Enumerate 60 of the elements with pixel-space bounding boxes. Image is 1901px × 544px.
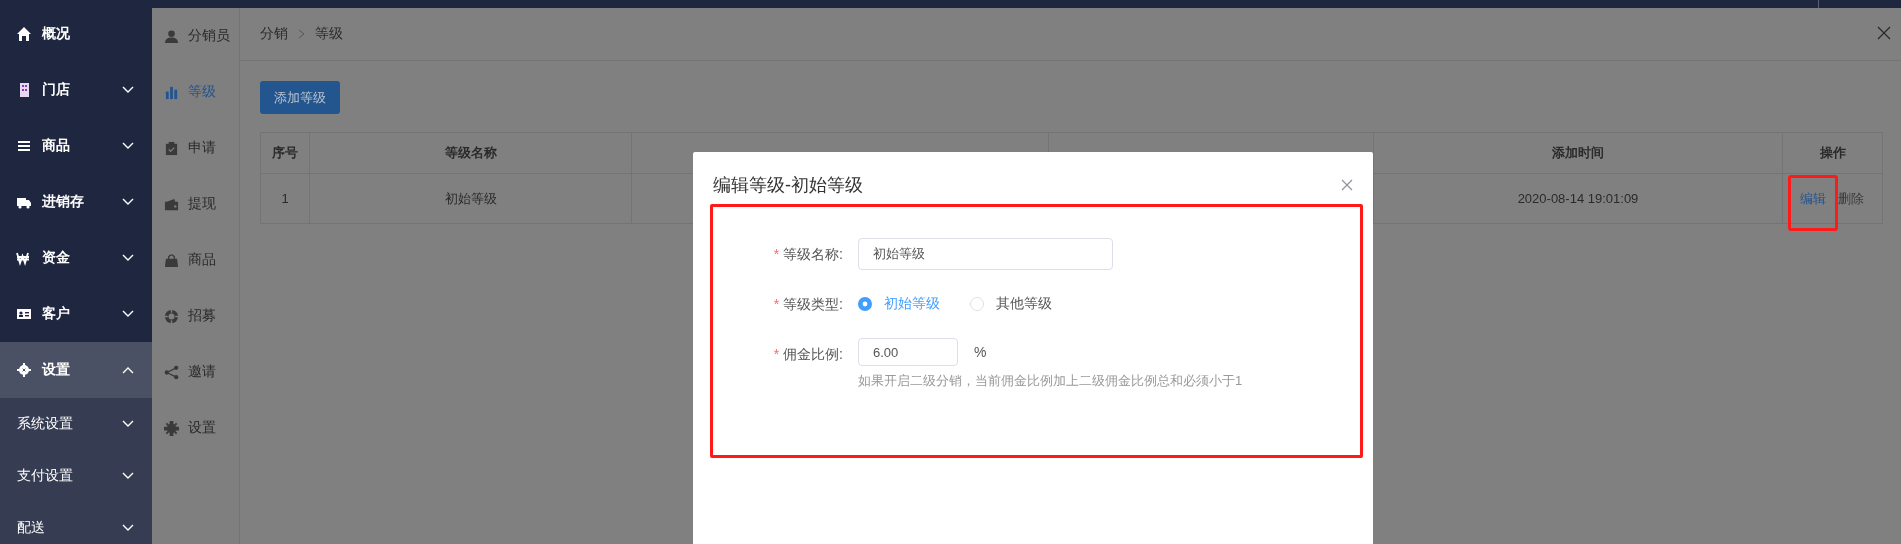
chevron-right-icon xyxy=(298,29,305,39)
radio-option[interactable]: 其他等级 xyxy=(970,295,1052,313)
sidebar-item[interactable]: 门店 xyxy=(0,62,152,118)
home-icon xyxy=(16,26,32,42)
sidebar-item[interactable]: 设置 xyxy=(0,342,152,398)
sidebar-subitem[interactable]: 配送 xyxy=(0,502,152,544)
input-field[interactable]: 6.00 xyxy=(858,338,958,366)
radio-button[interactable] xyxy=(970,297,984,311)
person-icon xyxy=(164,28,179,44)
subnav-item[interactable]: 商品 xyxy=(152,232,239,288)
hint-text: 如果开启二级分销，当前佣金比例加上二级佣金比例总和必须小于1 xyxy=(858,372,1243,390)
radio-option[interactable]: 初始等级 xyxy=(858,295,940,313)
breadcrumb-item[interactable]: 等级 xyxy=(315,25,343,43)
subnav-item[interactable]: 申请 xyxy=(152,120,239,176)
subnav-item[interactable]: 招募 xyxy=(152,288,239,344)
sidebar-item[interactable]: 客户 xyxy=(0,286,152,342)
ring-icon xyxy=(164,308,179,324)
unit-label: % xyxy=(974,343,987,362)
table-cell: 2020-08-14 19:01:09 xyxy=(1373,173,1783,224)
column-header: 序号 xyxy=(260,132,310,174)
bag-icon xyxy=(164,252,179,268)
sidebar-item[interactable]: 概况 xyxy=(0,6,152,62)
id-card-icon xyxy=(16,306,32,322)
table-cell: 1 xyxy=(260,173,310,224)
required-asterisk: * xyxy=(773,296,780,312)
input-field[interactable]: 初始等级 xyxy=(858,238,1113,270)
close-icon[interactable] xyxy=(1877,26,1891,40)
column-header: 操作 xyxy=(1782,132,1883,174)
subnav-item[interactable]: 提现 xyxy=(152,176,239,232)
required-asterisk: * xyxy=(773,246,780,262)
dialog-title: 编辑等级-初始等级 xyxy=(713,174,864,197)
sidebar-subitem[interactable]: 支付设置 xyxy=(0,450,152,502)
sidebar-item[interactable]: 商品 xyxy=(0,118,152,174)
highlight-frame xyxy=(1788,175,1838,231)
bar-chart-icon xyxy=(164,84,179,100)
table-cell: 初始等级 xyxy=(309,173,632,224)
breadcrumb-item[interactable]: 分销 xyxy=(260,25,288,43)
radio-button[interactable] xyxy=(858,297,872,311)
share-icon xyxy=(164,364,179,380)
subnav-item[interactable]: 邀请 xyxy=(152,344,239,400)
sidebar-subitem[interactable]: 系统设置 xyxy=(0,398,152,450)
field-label: 等级名称: xyxy=(783,246,843,262)
subnav-item[interactable]: 分销员 xyxy=(152,8,239,64)
gear-icon xyxy=(164,420,179,436)
subnav-item[interactable]: 设置 xyxy=(152,400,239,456)
column-header: 等级名称 xyxy=(309,132,632,174)
close-icon[interactable] xyxy=(1341,179,1353,191)
wallet-icon xyxy=(164,196,179,212)
column-header: 添加时间 xyxy=(1373,132,1783,174)
list-icon xyxy=(16,138,32,154)
sidebar-item[interactable]: 资金 xyxy=(0,230,152,286)
settings-icon xyxy=(16,362,32,378)
field-label: 佣金比例: xyxy=(783,346,843,362)
field-label: 等级类型: xyxy=(783,296,843,312)
add-level-button[interactable]: 添加等级 xyxy=(260,81,340,114)
sidebar-item[interactable]: 进销存 xyxy=(0,174,152,230)
required-asterisk: * xyxy=(773,346,780,362)
won-icon xyxy=(16,250,32,266)
clipboard-icon xyxy=(164,140,179,156)
delete-link[interactable]: 删除 xyxy=(1838,190,1864,206)
